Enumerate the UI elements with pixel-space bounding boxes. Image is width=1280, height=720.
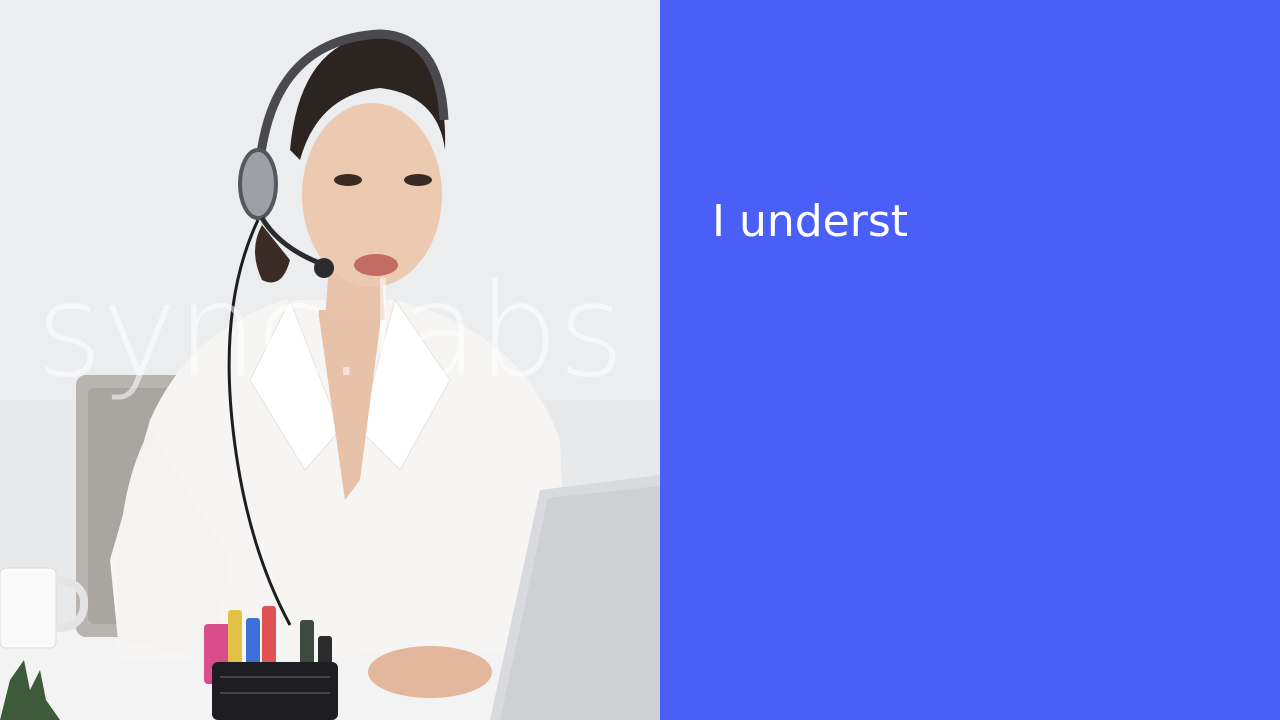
video-frame: sync.labs I underst	[0, 0, 1280, 720]
caption-text: I underst	[712, 196, 909, 247]
video-scene	[0, 0, 660, 720]
caption-panel: I underst	[660, 0, 1280, 720]
video-pane: sync.labs	[0, 0, 660, 720]
